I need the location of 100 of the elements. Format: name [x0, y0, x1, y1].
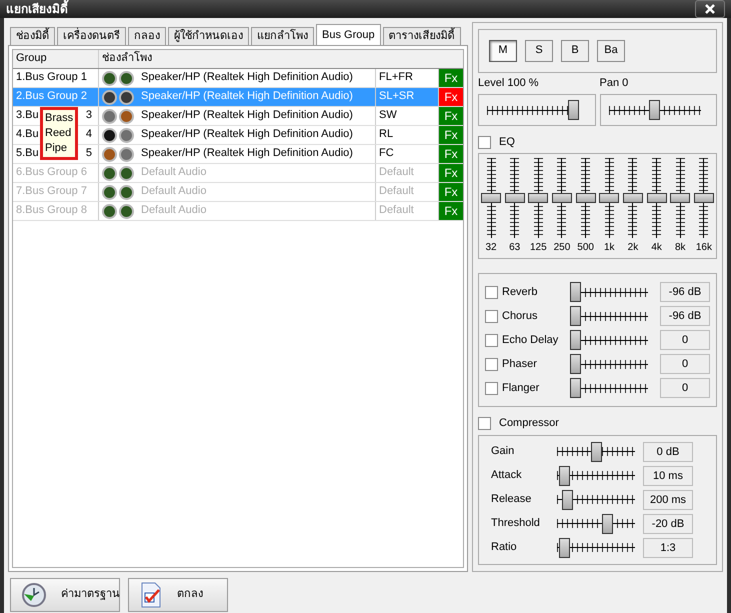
- table-cell: Speaker/HP (Realtek High Definition Audio): [141, 109, 353, 123]
- band-label: 125: [530, 242, 547, 254]
- value-display: 0 dB: [643, 442, 693, 462]
- slider-thumb[interactable]: [622, 193, 643, 204]
- tab[interactable]: Bus Group: [316, 24, 381, 46]
- window-title: แยกเสียงมิดี้: [6, 2, 68, 16]
- table-cell: 2.Bus Group 2: [13, 88, 99, 106]
- list-item[interactable]: Brass: [45, 111, 74, 126]
- table-cell: 6.Bus Group 6: [13, 164, 99, 182]
- band-label: 500: [577, 242, 594, 254]
- value-display: -96 dB: [660, 306, 710, 326]
- fx-button[interactable]: Fx: [439, 69, 463, 87]
- parameter-label: Ratio: [491, 540, 518, 554]
- slider-thumb[interactable]: [576, 193, 596, 204]
- band-label: 63: [509, 242, 520, 254]
- table-cell: 3.Bu: [16, 109, 39, 123]
- value-display: 200 ms: [643, 490, 693, 510]
- effect-label: Chorus: [502, 310, 538, 323]
- band-label: 4k: [651, 242, 662, 254]
- effect-label: Phaser: [502, 358, 538, 371]
- checkbox[interactable]: [478, 417, 491, 430]
- value-display: 1:3: [643, 538, 693, 558]
- column-header: Group: [13, 50, 99, 68]
- band-label: 250: [554, 242, 570, 254]
- slider-thumb[interactable]: [599, 193, 620, 204]
- slider-thumb[interactable]: [570, 354, 581, 374]
- value-display: -96 dB: [660, 282, 710, 302]
- checkbox[interactable]: [485, 310, 498, 323]
- table-cell: 4: [86, 128, 92, 142]
- effect-label: Flanger: [502, 382, 540, 395]
- table-cell: Speaker/HP (Realtek High Definition Audio): [141, 71, 353, 85]
- parameter-label: Release: [491, 492, 532, 506]
- tab[interactable]: ช่องมิดี้: [10, 26, 55, 45]
- parameter-label: Threshold: [491, 516, 541, 530]
- slider-thumb[interactable]: [649, 100, 660, 120]
- checkbox-label: EQ: [499, 136, 515, 150]
- column-header: ช่องลำโพง: [101, 50, 153, 66]
- slider-thumb[interactable]: [590, 442, 602, 462]
- table-cell: Speaker/HP (Realtek High Definition Audio): [141, 147, 353, 161]
- value-display: -20 dB: [643, 514, 693, 534]
- fx-button[interactable]: Fx: [439, 145, 463, 163]
- tab[interactable]: ตารางเสียงมิดี้: [382, 26, 461, 45]
- mode-button[interactable]: M: [489, 40, 517, 62]
- band-label: 1k: [604, 242, 615, 254]
- close-icon: [704, 3, 716, 15]
- checked-document-icon: [139, 582, 163, 608]
- checkbox[interactable]: [485, 358, 498, 371]
- checkbox[interactable]: [485, 286, 498, 299]
- checkbox[interactable]: [478, 136, 491, 150]
- fx-button[interactable]: Fx: [439, 88, 463, 106]
- list-item[interactable]: Reed: [45, 126, 74, 141]
- table-cell: 4.Bu: [16, 128, 39, 142]
- tab[interactable]: กลอง: [128, 26, 166, 45]
- value-display: 0: [660, 330, 710, 350]
- fx-button[interactable]: Fx: [439, 107, 463, 125]
- tab[interactable]: เครื่องดนตรี: [57, 26, 126, 45]
- table-cell: Default Audio: [141, 204, 206, 218]
- slider-thumb[interactable]: [602, 514, 613, 534]
- mode-button[interactable]: B: [561, 40, 589, 62]
- close-button[interactable]: [695, 0, 725, 18]
- slider-thumb[interactable]: [570, 306, 581, 326]
- band-label: 8k: [674, 242, 686, 254]
- slider-thumb[interactable]: [570, 282, 581, 302]
- effect-label: Reverb: [502, 286, 538, 299]
- slider-thumb[interactable]: [570, 330, 581, 350]
- parameter-label: Attack: [491, 468, 523, 482]
- pan-label: Pan 0: [600, 77, 630, 90]
- checkbox[interactable]: [485, 382, 498, 395]
- mode-button[interactable]: S: [525, 40, 553, 62]
- slider-thumb[interactable]: [568, 100, 579, 120]
- slider-thumb[interactable]: [528, 193, 548, 204]
- slider-thumb[interactable]: [504, 193, 525, 204]
- fx-button[interactable]: Fx: [439, 126, 463, 144]
- band-label: 16k: [696, 242, 712, 254]
- tab[interactable]: ผู้ใช้กำหนดเอง: [168, 26, 249, 45]
- table-cell: 3: [86, 109, 92, 123]
- footer-button[interactable]: ค่ามาตรฐาน: [10, 578, 120, 612]
- slider-thumb[interactable]: [552, 193, 572, 204]
- footer-button[interactable]: ตกลง: [128, 578, 228, 612]
- slider-thumb[interactable]: [670, 193, 690, 204]
- table-cell: 7.Bus Group 7: [13, 183, 99, 201]
- slider-thumb[interactable]: [562, 490, 573, 510]
- slider-thumb[interactable]: [694, 193, 714, 204]
- value-display: 0: [660, 378, 710, 398]
- checkbox-label: Compressor: [499, 417, 559, 431]
- slider-thumb[interactable]: [559, 466, 570, 486]
- slider-thumb[interactable]: [559, 538, 570, 558]
- tab[interactable]: แยกลำโพง: [251, 26, 314, 45]
- table-row[interactable]: 2.Bus Group 2 Speaker/HP (Realtek High Definition Audio) SL+SR Fx: [13, 88, 463, 107]
- table-cell: 8.Bus Group 8: [13, 202, 99, 220]
- checkbox[interactable]: [485, 334, 498, 347]
- table-cell: Speaker/HP (Realtek High Definition Audio): [141, 128, 353, 142]
- slider-thumb[interactable]: [646, 193, 667, 204]
- parameter-label: Gain: [491, 444, 516, 458]
- slider-thumb[interactable]: [481, 193, 501, 204]
- table-cell: 1.Bus Group 1: [13, 69, 99, 87]
- slider-thumb[interactable]: [570, 378, 581, 398]
- table-cell: Default Audio: [141, 166, 206, 180]
- value-display: 10 ms: [643, 466, 693, 486]
- mode-button[interactable]: Ba: [597, 40, 625, 62]
